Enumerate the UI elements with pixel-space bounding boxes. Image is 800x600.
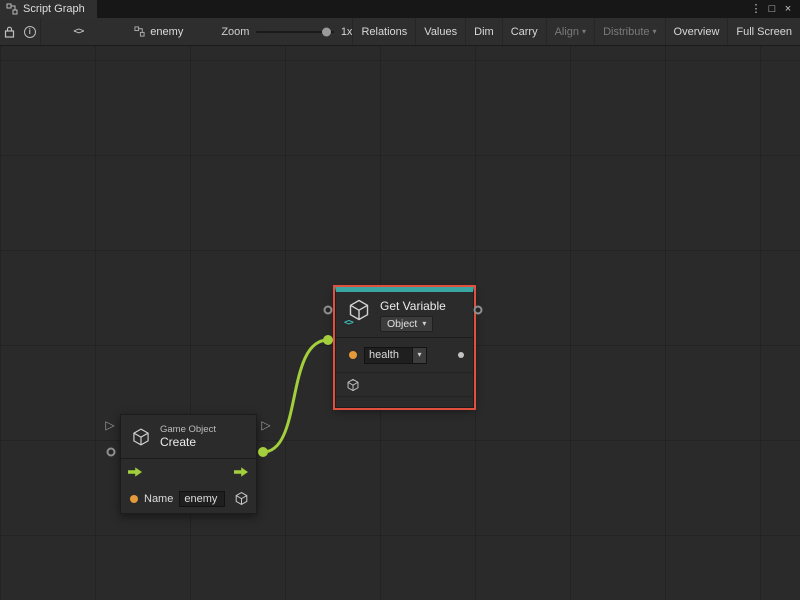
- name-parameter-row: Name: [121, 485, 256, 512]
- window-titlebar: Script Graph ⋮ □ ×: [0, 0, 800, 18]
- node-category: Game Object: [160, 424, 216, 435]
- info-button[interactable]: i: [20, 18, 40, 45]
- name-label: Name: [144, 493, 173, 505]
- carry-button[interactable]: Carry: [502, 18, 546, 45]
- graph-canvas[interactable]: <> Get Variable Object ▾ ▾: [0, 46, 800, 600]
- window-controls: ⋮ □ ×: [748, 0, 800, 18]
- variable-cube-icon: <>: [347, 297, 371, 325]
- maximize-icon[interactable]: □: [764, 1, 780, 17]
- edit-source-button[interactable]: <>: [69, 18, 89, 45]
- name-input-port[interactable]: [107, 448, 116, 457]
- distribute-dropdown[interactable]: Distribute ▾: [594, 18, 664, 45]
- dim-button[interactable]: Dim: [465, 18, 502, 45]
- carry-label: Carry: [511, 26, 538, 38]
- name-input[interactable]: [179, 491, 225, 507]
- toolbar-buttons: Relations Values Dim Carry Align ▾ Distr…: [352, 18, 800, 45]
- graph-name: enemy: [150, 26, 183, 38]
- align-label: Align: [555, 26, 579, 38]
- graph-toolbar: i <> enemy Zoom 1x Relations Values Dim …: [0, 18, 800, 46]
- lock-button[interactable]: [0, 18, 20, 45]
- get-variable-header: <> Get Variable Object ▾: [336, 292, 473, 338]
- graph-breadcrumb[interactable]: enemy: [134, 26, 183, 38]
- scope-label: Object: [387, 318, 417, 330]
- flow-output-port[interactable]: ▷: [261, 419, 270, 431]
- control-flow-row: [121, 459, 256, 485]
- zoom-slider-handle[interactable]: [322, 27, 331, 36]
- zoom-value: 1x: [341, 26, 353, 38]
- game-object-cube-icon: [131, 427, 151, 447]
- object-input-port[interactable]: [323, 335, 333, 345]
- caret-down-icon: ▾: [582, 28, 586, 36]
- variable-scope-dropdown[interactable]: Object ▾: [380, 316, 433, 332]
- game-object-output-port[interactable]: [258, 447, 268, 457]
- flow-out-arrow-icon[interactable]: [234, 467, 249, 477]
- values-label: Values: [424, 26, 457, 38]
- caret-down-icon: ▾: [422, 320, 426, 328]
- game-object-port-icon: [346, 378, 360, 392]
- variable-value-output-port[interactable]: [474, 306, 483, 315]
- script-graph-icon: [6, 3, 18, 15]
- close-icon[interactable]: ×: [780, 1, 796, 17]
- create-node-header: Game Object Create: [121, 415, 256, 459]
- lock-icon: [4, 26, 15, 38]
- variable-name-row: ▾: [336, 338, 473, 373]
- caret-down-icon: ▾: [653, 28, 657, 36]
- window-menu-icon[interactable]: ⋮: [748, 1, 764, 17]
- toolbar-separator: [40, 18, 41, 45]
- tab-label: Script Graph: [23, 3, 85, 15]
- value-output-dot[interactable]: [458, 352, 464, 358]
- zoom-label: Zoom: [221, 26, 249, 38]
- relations-label: Relations: [361, 26, 407, 38]
- fullscreen-button[interactable]: Full Screen: [727, 18, 800, 45]
- variable-name-input-port[interactable]: [324, 306, 333, 315]
- overview-button[interactable]: Overview: [665, 18, 728, 45]
- flow-input-port[interactable]: ▷: [105, 419, 114, 431]
- get-variable-node[interactable]: <> Get Variable Object ▾ ▾: [335, 287, 474, 408]
- dim-label: Dim: [474, 26, 494, 38]
- variable-name-input[interactable]: [364, 347, 412, 364]
- flow-in-arrow-icon[interactable]: [128, 467, 143, 477]
- overview-label: Overview: [674, 26, 720, 38]
- fullscreen-label: Full Screen: [736, 26, 792, 38]
- caret-down-icon: ▾: [417, 351, 421, 359]
- string-port-icon: [130, 495, 138, 503]
- align-dropdown[interactable]: Align ▾: [546, 18, 594, 45]
- code-icon: <>: [73, 26, 83, 37]
- variable-name-field: ▾: [364, 347, 427, 364]
- game-object-output-icon[interactable]: [234, 491, 249, 506]
- variable-code-icon: <>: [344, 318, 353, 328]
- values-button[interactable]: Values: [415, 18, 465, 45]
- tab-script-graph[interactable]: Script Graph: [0, 0, 97, 18]
- node-title: Get Variable: [380, 299, 446, 313]
- connection-wire[interactable]: [263, 340, 328, 452]
- object-input-row: [336, 373, 473, 397]
- zoom-slider[interactable]: [256, 31, 333, 33]
- info-icon: i: [24, 26, 36, 38]
- variable-name-dropdown[interactable]: ▾: [412, 347, 427, 364]
- distribute-label: Distribute: [603, 26, 649, 38]
- relations-button[interactable]: Relations: [352, 18, 415, 45]
- string-port-icon: [349, 351, 357, 359]
- graph-asset-icon: [134, 26, 145, 37]
- node-title: Create: [160, 435, 216, 449]
- create-node[interactable]: Game Object Create Name: [120, 414, 257, 514]
